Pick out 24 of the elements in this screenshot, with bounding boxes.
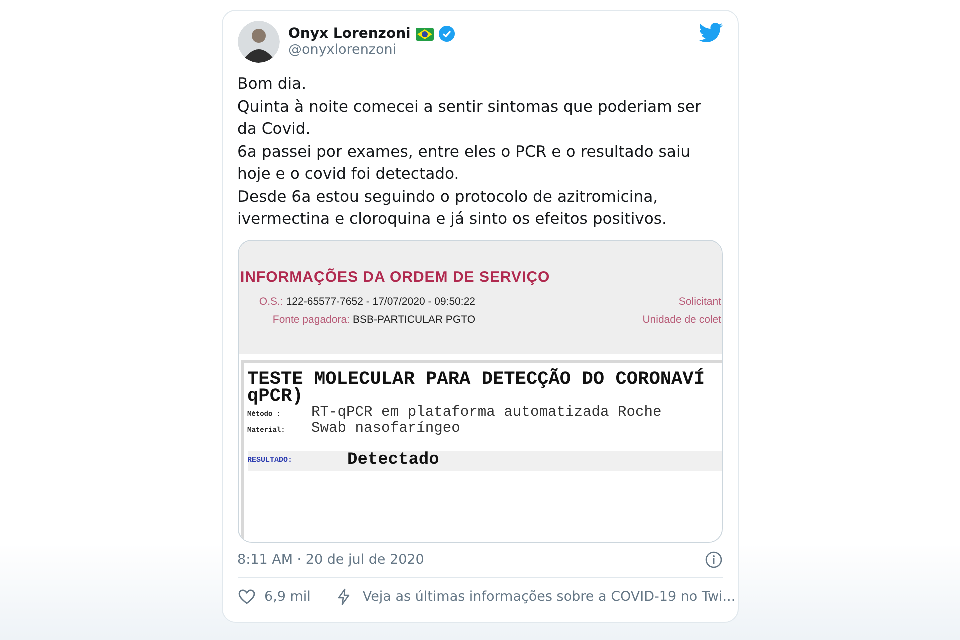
test-title: TESTE MOLECULAR PARA DETECÇÃO DO CORONAVÍ [248,370,706,388]
timestamp[interactable]: 8:11 AM · 20 de jul de 2020 [238,552,424,568]
result-value: Detectado [348,451,440,470]
like-button[interactable]: 6,9 mil [238,588,311,606]
test-title: qPCR) [248,388,304,404]
covid-info-link[interactable]: Veja as últimas informações sobre a COVID-19 no Twi... [362,588,736,604]
avatar[interactable] [238,21,280,63]
field-label: O.S.: [259,296,284,308]
field-label: Solicitant [678,296,722,308]
flag-icon [416,28,434,40]
bird-logo-icon[interactable] [698,23,722,43]
document-title: INFORMAÇÕES DA ORDEM DE SERVIÇO [240,268,552,286]
attached-document[interactable] [238,240,722,542]
detail-value: Swab nasofaríngeo [312,420,460,436]
info-icon[interactable] [704,550,722,568]
field-value: 122-65577-7652 - 17/07/2020 - 09:50:22 [286,296,476,308]
tweet-text: Bom dia. Quinta à noite comecei a sentir sintomas que poderiam ser da Covid. 6a passei por exames, entre eles o PCR e o resultado saiu hoje e o covid foi detectado. Desde 6a estou seguindo o protocolo de azitromicina, ivermectina e cloroquina e já sinto os efeitos positivos. [238,74,702,230]
author-name[interactable]: Onyx Lorenzoni [288,26,411,42]
field-value: BSB-PARTICULAR PGTO [352,314,476,326]
field-label: Unidade de colet [642,314,722,326]
author-handle[interactable]: @onyxlorenzoni [288,42,690,58]
field-label: Fonte pagadora: [272,314,350,326]
heart-icon [238,588,256,606]
detail-value: RT-qPCR em plataforma automatizada Roche [312,404,662,420]
